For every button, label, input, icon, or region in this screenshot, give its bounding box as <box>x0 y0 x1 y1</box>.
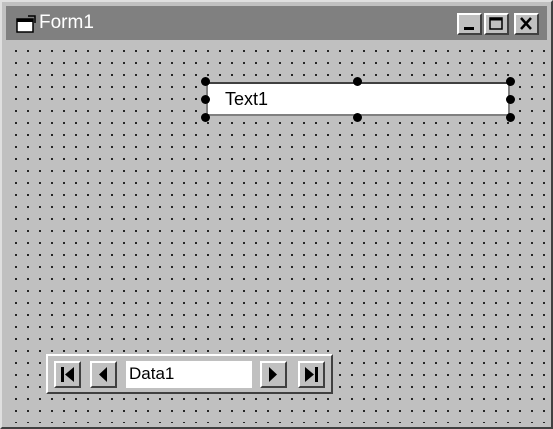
move-previous-button[interactable] <box>90 361 117 388</box>
resize-handle-bottom-right[interactable] <box>506 113 515 122</box>
move-last-icon <box>305 367 318 382</box>
resize-handle-left[interactable] <box>201 95 210 104</box>
data-control[interactable]: Data1 <box>46 354 333 394</box>
maximize-icon <box>489 17 503 30</box>
data-control-caption-area: Data1 <box>126 361 252 388</box>
form-window: Form1 Text1 Data1 <box>0 0 553 429</box>
window-title: Form1 <box>39 12 94 33</box>
text-box-control[interactable]: Text1 <box>206 82 510 116</box>
close-button[interactable] <box>514 13 539 35</box>
move-first-icon <box>61 367 74 382</box>
resize-handle-bottom-left[interactable] <box>201 113 210 122</box>
move-last-button[interactable] <box>298 361 325 388</box>
resize-handle-top-right[interactable] <box>506 77 515 86</box>
resize-handle-right[interactable] <box>506 95 515 104</box>
move-previous-icon <box>99 367 107 382</box>
data-control-caption: Data1 <box>129 364 175 383</box>
resize-handle-top[interactable] <box>353 77 362 86</box>
resize-handle-top-left[interactable] <box>201 77 210 86</box>
title-bar[interactable]: Form1 <box>6 6 547 40</box>
text-box-value: Text1 <box>225 89 269 109</box>
move-first-button[interactable] <box>54 361 81 388</box>
close-icon <box>520 17 532 30</box>
move-next-icon <box>269 367 277 382</box>
minimize-icon <box>464 27 474 30</box>
maximize-button[interactable] <box>484 13 509 35</box>
form-icon <box>16 15 36 33</box>
minimize-button[interactable] <box>457 13 482 35</box>
move-next-button[interactable] <box>260 361 287 388</box>
resize-handle-bottom[interactable] <box>353 113 362 122</box>
